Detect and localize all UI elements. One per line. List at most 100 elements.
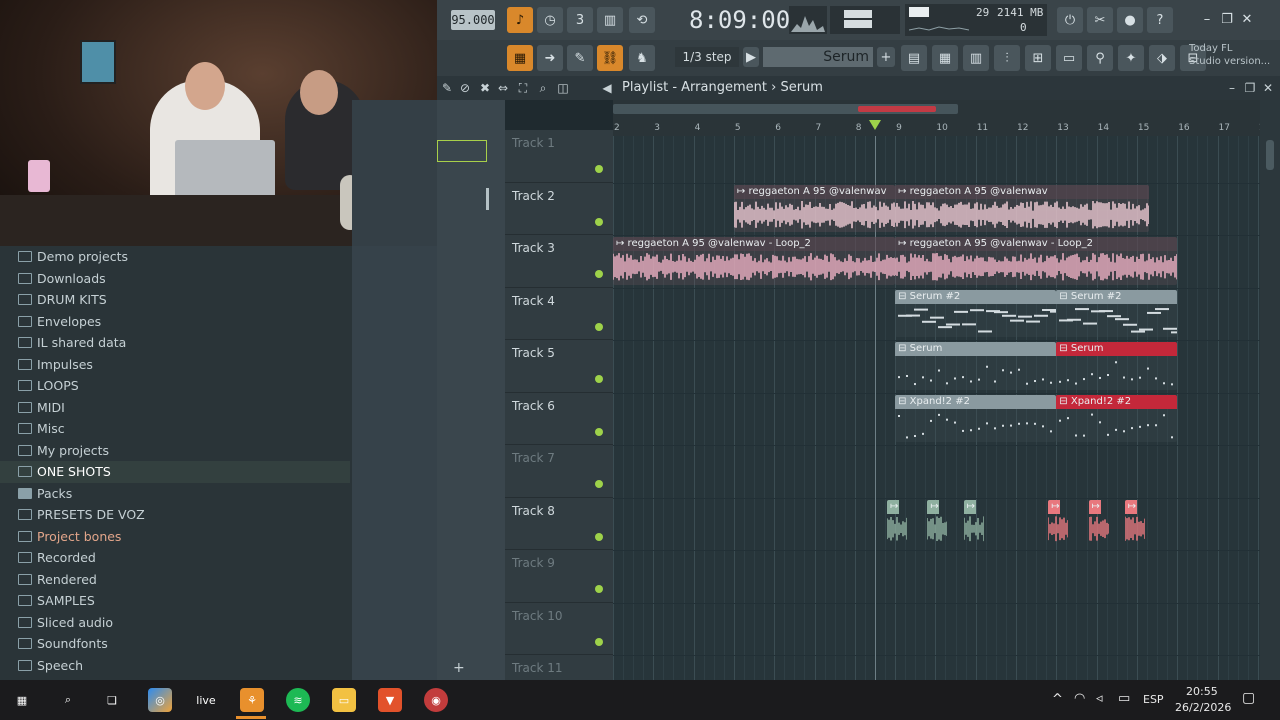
audio-clip[interactable]: ↦ reggaeton A 95 @valenwav — [733, 184, 896, 232]
zoom-tool-icon[interactable]: ⌕ — [535, 80, 551, 96]
loop-record-icon[interactable]: ⟲ — [629, 7, 655, 33]
one-shot-clip[interactable]: ↦ — [963, 499, 984, 548]
mute-tool-icon[interactable]: ✖ — [477, 80, 493, 96]
battery-icon[interactable]: ▭ — [1118, 691, 1130, 706]
live-icon[interactable]: live — [194, 688, 218, 712]
browser-item[interactable]: Envelopes — [0, 311, 350, 333]
track-mute-led[interactable] — [595, 637, 603, 646]
file-explorer-icon[interactable]: ▭ — [332, 688, 356, 712]
browser-item[interactable]: IL shared data — [0, 332, 350, 354]
plugin-icon[interactable]: ⚲ — [1087, 45, 1113, 71]
browser-item[interactable]: Recorded — [0, 547, 350, 569]
browser-item[interactable]: Speech — [0, 655, 350, 677]
track-header[interactable]: Track 3 — [505, 235, 613, 288]
wifi-icon[interactable]: ◠ — [1074, 691, 1085, 706]
undo-history-icon[interactable]: ⏻ — [1057, 7, 1083, 33]
picker-scroll-handle[interactable] — [486, 188, 489, 210]
chevron-up-icon[interactable]: ^ — [1052, 692, 1063, 707]
browser-item[interactable]: My projects — [0, 440, 350, 462]
one-shot-clip[interactable]: ↦ — [1124, 499, 1145, 548]
vertical-scrollbar[interactable] — [1260, 100, 1280, 680]
playhead-marker[interactable] — [868, 120, 881, 130]
browser-item[interactable]: Sliced audio — [0, 612, 350, 634]
restore-icon[interactable]: ❐ — [1217, 9, 1237, 29]
browser-item[interactable]: Packs — [0, 483, 350, 505]
minimize-icon[interactable]: – — [1197, 9, 1217, 29]
recorder-icon[interactable]: ◉ — [424, 688, 448, 712]
playlist-maximize-icon[interactable]: ❐ — [1242, 80, 1258, 96]
pattern-clip[interactable]: ⊟ Serum — [1056, 342, 1178, 390]
marketplace-icon[interactable]: ⬗ — [1149, 45, 1175, 71]
pattern-clip[interactable]: ⊟ Xpand!2 #2 — [895, 394, 1057, 442]
track-header[interactable]: Track 5 — [505, 340, 613, 393]
browser-item[interactable]: Soundfonts — [0, 633, 350, 655]
arrow-right-icon[interactable]: ➜ — [537, 45, 563, 71]
copilot-icon[interactable]: ◎ — [148, 688, 172, 712]
tools-icon[interactable]: ✦ — [1118, 45, 1144, 71]
playlist-close-icon[interactable]: ✕ — [1260, 80, 1276, 96]
track-header[interactable]: Track 8 — [505, 498, 613, 550]
track-mute-led[interactable] — [595, 532, 603, 541]
slip-tool-icon[interactable]: ⇔ — [495, 80, 511, 96]
track-header[interactable]: Track 1 — [505, 130, 613, 183]
notification-icon[interactable]: ▢ — [1242, 690, 1255, 706]
track-mute-led[interactable] — [595, 585, 603, 593]
one-shot-clip[interactable]: ↦ — [1088, 499, 1109, 548]
track-mute-led[interactable] — [595, 375, 603, 383]
track-header[interactable]: Track 7 — [505, 445, 613, 498]
close-icon[interactable]: ✕ — [1237, 9, 1257, 29]
track-mute-led[interactable] — [595, 480, 603, 488]
playlist-pattern-icon[interactable]: ▦ — [507, 45, 533, 71]
pattern-selector[interactable]: Serum — [763, 47, 873, 67]
audio-clip[interactable]: ↦ reggaeton A 95 @valenwav - Loop_2 — [613, 237, 896, 285]
wait-input-icon[interactable]: ◷ — [537, 7, 563, 33]
countdown-icon[interactable]: 3 — [567, 7, 593, 33]
metronome-icon[interactable]: ♪ — [507, 7, 533, 33]
scroll-thumb[interactable] — [1266, 140, 1274, 170]
tempo-display[interactable]: 95.000 — [451, 10, 495, 30]
mixer-icon[interactable]: ▤ — [901, 45, 927, 71]
picker-selection[interactable] — [437, 140, 487, 162]
magnet-icon[interactable]: ✎ — [439, 80, 455, 96]
one-shot-clip[interactable]: ↦ — [927, 499, 948, 548]
microphone-icon[interactable]: ● — [1117, 7, 1143, 33]
playlist-grid[interactable]: ↦ reggaeton A 95 @valenwav ↦ reggaeton A … — [613, 136, 1260, 680]
browser-item[interactable]: Rendered — [0, 569, 350, 591]
browser-item[interactable]: DRUM KITS — [0, 289, 350, 311]
track-mute-led[interactable] — [595, 165, 603, 173]
fl-studio-icon[interactable]: ⚘ — [240, 688, 264, 712]
mixer-faders-icon[interactable]: ⫶ — [994, 45, 1020, 71]
one-shot-clip[interactable]: ↦ — [887, 499, 908, 548]
clock-time[interactable]: 20:55 — [1186, 685, 1218, 698]
browser-item[interactable]: LOOPS — [0, 375, 350, 397]
playlist-minimize-icon[interactable]: – — [1224, 80, 1240, 96]
select-tool-icon[interactable]: ⛶ — [515, 80, 531, 96]
step-edit-icon[interactable]: ▥ — [597, 7, 623, 33]
track-mute-led[interactable] — [595, 322, 603, 331]
play-tool-icon[interactable]: ◫ — [555, 80, 571, 96]
track-header[interactable]: Track 10 — [505, 603, 613, 655]
browser-item[interactable]: PRESETS DE VOZ — [0, 504, 350, 526]
track-header[interactable]: Track 9 — [505, 550, 613, 603]
browser-icon[interactable]: ⊞ — [1025, 45, 1051, 71]
pattern-clip[interactable]: ⊟ Serum — [895, 342, 1057, 390]
track-mute-led[interactable] — [595, 217, 603, 226]
windows-start-icon[interactable]: ▦ — [10, 688, 34, 712]
one-shot-clip[interactable]: ↦ — [1048, 499, 1069, 548]
pattern-clip[interactable]: ⊟ Serum #2 — [895, 289, 1057, 337]
volume-icon[interactable]: ◃ — [1096, 691, 1103, 706]
play-pattern-icon[interactable]: ▶ — [743, 47, 759, 67]
add-icon[interactable]: + — [453, 660, 465, 676]
pattern-clip[interactable]: ⊟ Xpand!2 #2 — [1056, 394, 1178, 442]
snap-selector[interactable]: 1/3 step — [675, 47, 739, 67]
add-pattern-icon[interactable]: + — [877, 47, 895, 67]
link-icon[interactable]: ⛓ — [597, 45, 623, 71]
draw-tool-icon[interactable]: ✎ — [567, 45, 593, 71]
project-file-icon[interactable]: ▭ — [1056, 45, 1082, 71]
browser-item[interactable]: MIDI — [0, 397, 350, 419]
delete-tool-icon[interactable]: ⊘ — [457, 80, 473, 96]
track-header[interactable]: Track 4 — [505, 288, 613, 340]
speaker-icon[interactable]: ◀ — [599, 80, 615, 96]
brave-icon[interactable]: ▼ — [378, 688, 402, 712]
browser-item[interactable]: SAMPLES — [0, 590, 350, 612]
